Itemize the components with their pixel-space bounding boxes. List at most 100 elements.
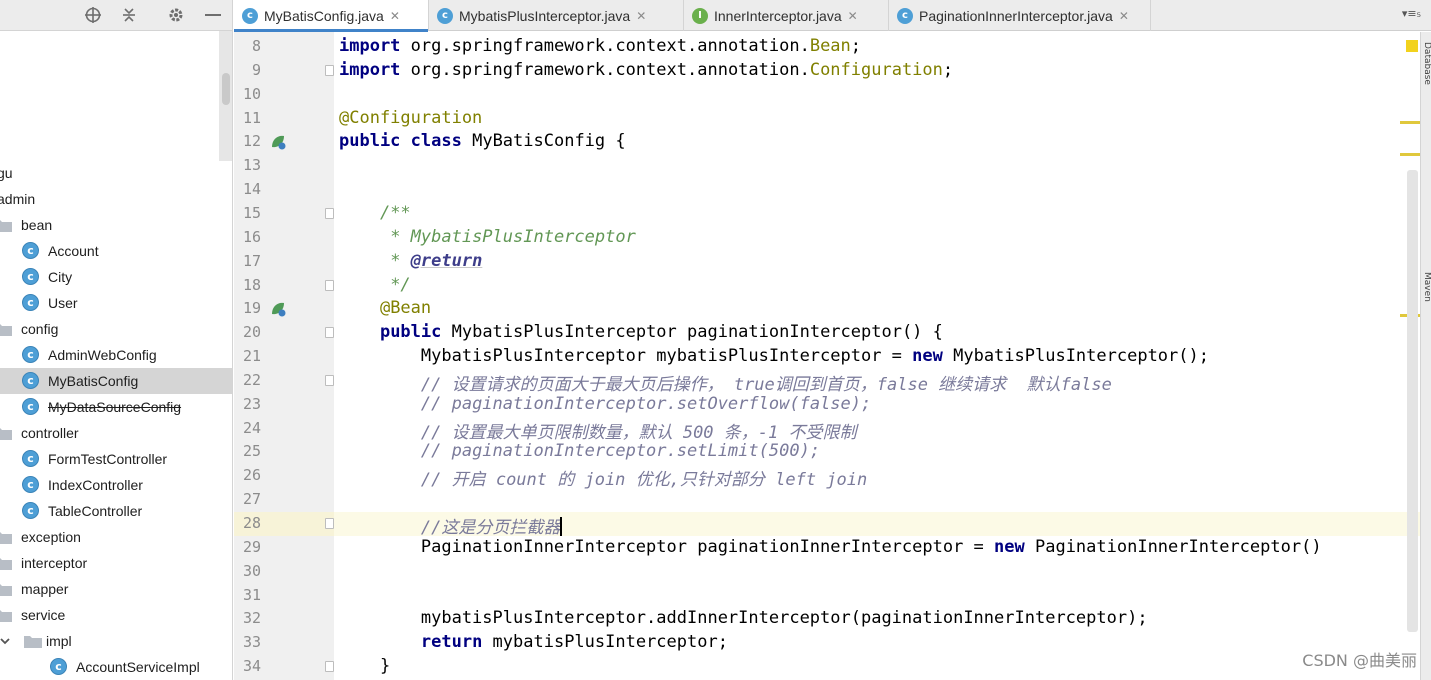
editor-tab-bar: c MyBatisConfig.java ✕ c MybatisPlusIntercep… [234, 0, 1431, 32]
bean-icon[interactable] [269, 133, 287, 151]
code-line: 23 // paginationInterceptor.setOverflow(… [234, 393, 1420, 417]
code-text[interactable]: MybatisPlusInterceptor mybatisPlusInterc… [339, 346, 1209, 366]
tree-item-exception[interactable]: exception [0, 524, 232, 550]
code-text[interactable]: * @return [339, 251, 482, 271]
tree-item-controller[interactable]: controller [0, 420, 232, 446]
tree-item-impl[interactable]: impl [0, 628, 232, 654]
tab-mybatisplusinterceptor[interactable]: c MybatisPlusInterceptor.java ✕ [429, 0, 684, 31]
tree-item-mybatisconfig[interactable]: c MyBatisConfig [0, 368, 232, 394]
tree-item-service[interactable]: service [0, 602, 232, 628]
collapse-all-icon[interactable] [118, 4, 140, 26]
code-text[interactable]: import org.springframework.context.annot… [339, 36, 861, 56]
code-text[interactable]: import org.springframework.context.annot… [339, 60, 953, 80]
fold-icon[interactable] [325, 518, 334, 529]
tool-window-database[interactable]: Database [1422, 42, 1431, 85]
tree-item-account[interactable]: c Account [0, 238, 232, 264]
tree-item-formtestcontroller[interactable]: c FormTestController [0, 446, 232, 472]
bean-method-icon[interactable] [269, 300, 287, 318]
class-icon: c [242, 7, 258, 24]
close-icon[interactable]: ✕ [390, 9, 400, 23]
warning-marker[interactable] [1400, 153, 1420, 156]
code-text[interactable]: // 设置最大单页限制数量，默认 500 条，-1 不受限制 [339, 418, 857, 443]
tree-item-config[interactable]: config [0, 316, 232, 342]
code-text[interactable]: return mybatisPlusInterceptor; [339, 632, 728, 652]
warning-marker[interactable] [1400, 121, 1420, 124]
token: MyBatisConfig { [461, 131, 626, 152]
tree-item-user[interactable]: c User [0, 290, 232, 316]
tool-window-maven[interactable]: Maven [1422, 272, 1431, 302]
code-text[interactable]: * MybatisPlusInterceptor [339, 227, 636, 247]
token-kw: import [339, 59, 401, 80]
chevron-down-icon[interactable] [0, 636, 10, 646]
tree-item-label: IndexController [48, 477, 143, 493]
tree-item-tablecontroller[interactable]: c TableController [0, 498, 232, 524]
code-line: 19 @Bean [234, 297, 1420, 321]
line-number: 26 [242, 466, 261, 485]
code-text[interactable]: PaginationInnerInterceptor paginationInn… [339, 537, 1322, 557]
fold-icon[interactable] [325, 64, 334, 76]
code-text[interactable]: // 开启 count 的 join 优化,只针对部分 left join [339, 465, 867, 490]
fold-icon[interactable] [325, 207, 334, 219]
code-text[interactable]: public class MyBatisConfig { [339, 131, 626, 151]
close-icon[interactable]: ✕ [636, 9, 646, 23]
line-number: 17 [242, 251, 261, 270]
token-kw: class [410, 131, 462, 152]
code-text[interactable]: } [339, 656, 390, 676]
fold-icon[interactable] [325, 279, 334, 291]
tab-innerinterceptor[interactable]: I InnerInterceptor.java ✕ [684, 0, 889, 31]
close-icon[interactable]: ✕ [848, 9, 858, 23]
tree-item-mapper[interactable]: mapper [0, 576, 232, 602]
line-number: 28 [242, 514, 261, 532]
tree-item-accountserviceimpl[interactable]: c AccountServiceImpl [0, 654, 232, 680]
tree-item-gu[interactable]: gu [0, 160, 232, 186]
tab-paginationinnerinterceptor[interactable]: c PaginationInnerInterceptor.java ✕ [889, 0, 1151, 31]
fold-icon[interactable] [325, 374, 334, 386]
folder-icon [0, 531, 12, 544]
fold-icon[interactable] [325, 327, 334, 339]
line-number: 31 [242, 585, 261, 604]
line-number: 19 [242, 299, 261, 318]
tab-list-menu[interactable]: ▾≡₅ [1402, 7, 1421, 20]
class-icon: c [22, 346, 39, 363]
locate-icon[interactable] [82, 4, 104, 26]
code-text[interactable]: mybatisPlusInterceptor.addInnerIntercept… [339, 608, 1148, 628]
code-text[interactable]: // paginationInterceptor.setLimit(500); [339, 441, 820, 461]
tree-item-adminwebconfig[interactable]: c AdminWebConfig [0, 342, 232, 368]
tree-item-bean[interactable]: bean [0, 212, 232, 238]
editor-scrollbar[interactable] [1407, 170, 1418, 632]
line-number: 10 [242, 84, 261, 103]
tree-item-indexcontroller[interactable]: c IndexController [0, 472, 232, 498]
hide-panel-icon[interactable] [202, 4, 224, 26]
tree-item-city[interactable]: c City [0, 264, 232, 290]
line-number: 23 [242, 394, 261, 413]
token-doc: * MybatisPlusInterceptor [390, 226, 636, 247]
tab-mybatisconfig[interactable]: c MyBatisConfig.java ✕ [234, 0, 429, 32]
code-text[interactable]: /** [339, 203, 411, 223]
code-text[interactable]: //这是分页拦截器 [339, 513, 563, 538]
class-icon: c [22, 502, 39, 519]
sidebar-scrollbar[interactable] [219, 31, 232, 161]
code-line: 13 [234, 154, 1420, 178]
code-text[interactable]: // paginationInterceptor.setOverflow(fal… [339, 394, 871, 414]
fold-icon[interactable] [325, 661, 334, 673]
tree-item-label: controller [21, 425, 79, 441]
tree-item-interceptor[interactable]: interceptor [0, 550, 232, 576]
code-editor[interactable]: 8 import org.springframework.context.anno… [234, 32, 1420, 680]
code-text[interactable]: @Bean [339, 298, 431, 318]
token-doc: */ [390, 274, 411, 295]
inspection-status-icon[interactable] [1406, 40, 1418, 52]
line-number: 12 [242, 132, 261, 151]
code-text[interactable]: */ [339, 274, 411, 295]
tree-item-admin[interactable]: admin [0, 186, 232, 212]
folder-icon [0, 219, 12, 232]
close-icon[interactable]: ✕ [1119, 9, 1129, 23]
code-line: 24 // 设置最大单页限制数量，默认 500 条，-1 不受限制 [234, 417, 1420, 443]
class-icon: c [50, 658, 67, 675]
code-text[interactable]: public MybatisPlusInterceptor pagination… [339, 322, 943, 342]
code-text[interactable]: // 设置请求的页面大于最大页后操作， true调回到首页，false 继续请求… [339, 370, 1112, 395]
code-text[interactable]: @Configuration [339, 108, 482, 128]
tree-item-mydatasourceconfig[interactable]: c MyDataSourceConfig [0, 394, 232, 420]
gear-icon[interactable] [165, 4, 187, 26]
line-number: 33 [242, 633, 261, 652]
